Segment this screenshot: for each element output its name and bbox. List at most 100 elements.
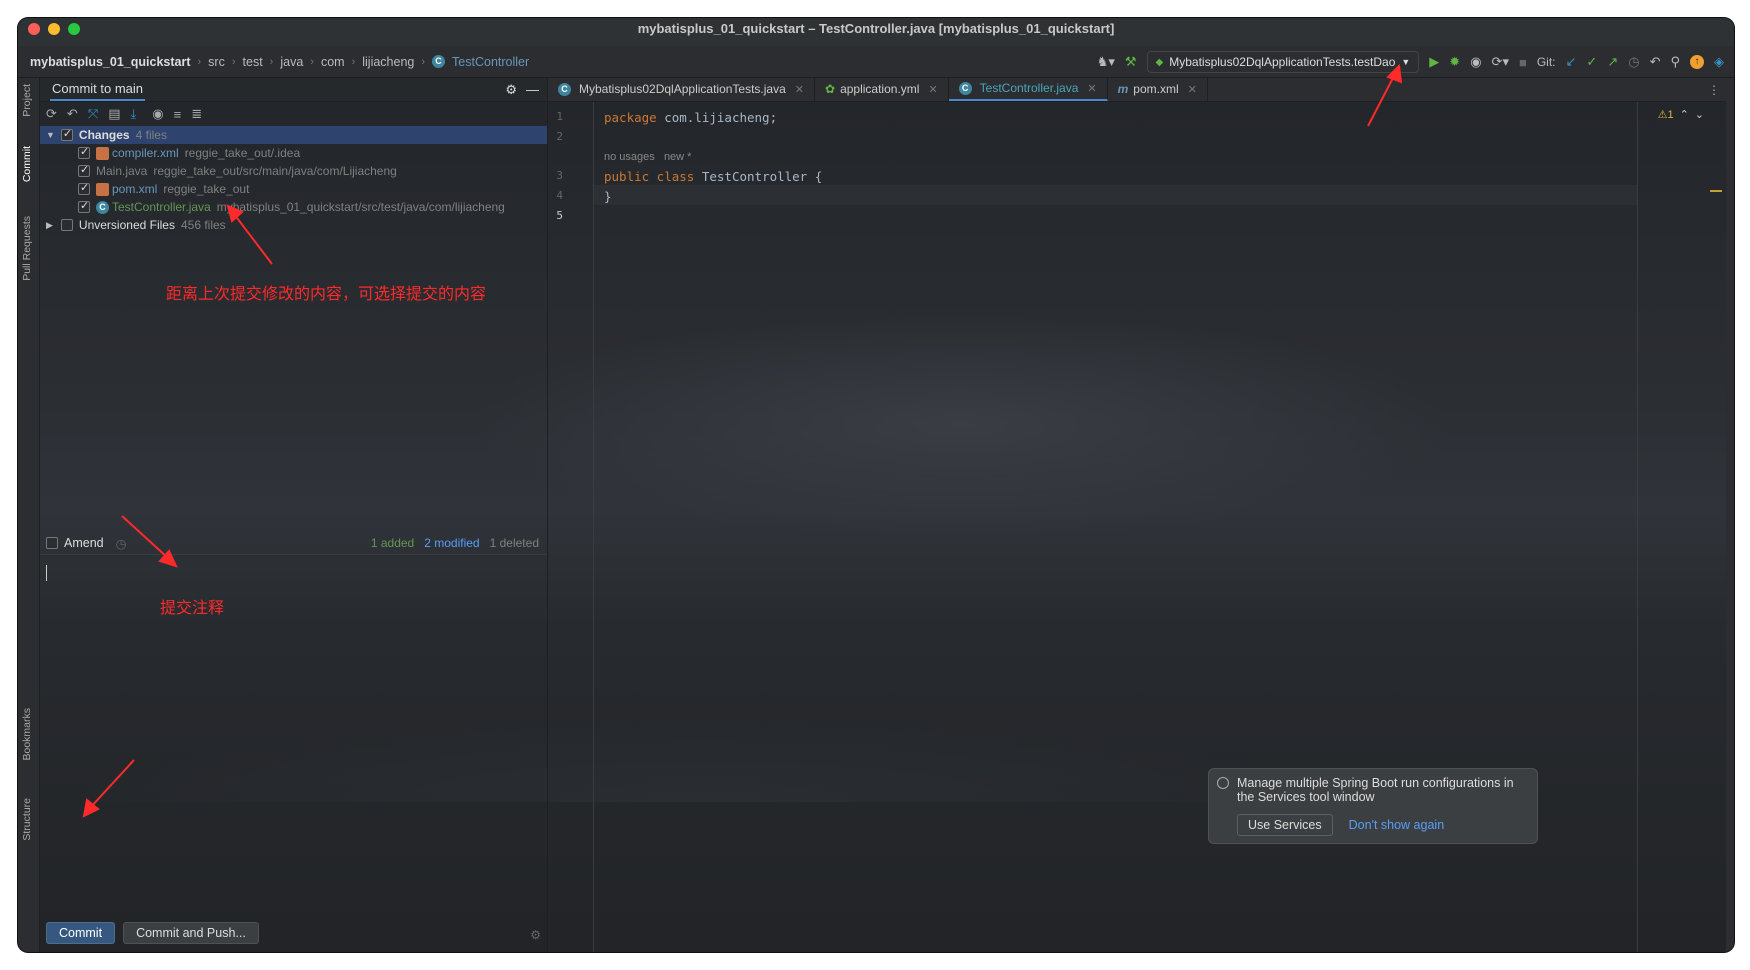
more-tabs-icon[interactable]: ⋮ (1708, 83, 1720, 97)
file-row[interactable]: pom.xml reggie_take_out (40, 180, 547, 198)
plugin-shield-icon[interactable]: ◈ (1714, 54, 1724, 70)
breadcrumb-java[interactable]: java (280, 55, 303, 69)
commit-message-input[interactable] (40, 554, 547, 819)
commit-button[interactable]: Commit (46, 922, 116, 944)
yaml-file-icon: ✿ (825, 82, 836, 96)
close-icon[interactable]: ✕ (1188, 83, 1197, 96)
chevron-down-icon[interactable]: ▼ (46, 130, 55, 140)
file-row[interactable]: compiler.xml reggie_take_out/.idea (40, 144, 547, 162)
code-text: TestController { (694, 169, 823, 184)
line-number: 4 (556, 189, 563, 202)
tab-label: pom.xml (1133, 82, 1179, 96)
editor-area: C Mybatisplus02DqlApplicationTests.java … (548, 77, 1734, 952)
gear-icon[interactable]: ⚙ (505, 82, 517, 98)
inspection-widget[interactable]: ⚠1 ⌃ ⌄ (1658, 108, 1704, 121)
file-row[interactable]: Main.java reggie_take_out/src/main/java/… (40, 162, 547, 180)
minimize-window-button[interactable] (48, 23, 60, 35)
commit-panel-title[interactable]: Commit to main (50, 78, 146, 101)
git-update-icon[interactable]: ↙ (1566, 54, 1577, 70)
changes-group-row[interactable]: ▼ Changes 4 files (40, 126, 547, 144)
history-icon[interactable]: ◷ (116, 536, 127, 551)
inlay-hint[interactable]: no usages new * (604, 151, 691, 163)
modified-count: 2 modified (424, 536, 480, 550)
amend-label[interactable]: Amend (64, 536, 104, 550)
profile-icon[interactable]: ⟳▾ (1492, 54, 1509, 70)
debug-bug-icon[interactable]: ✹ (1449, 54, 1460, 70)
ide-window: mybatisplus_01_quickstart – TestControll… (18, 18, 1734, 952)
commit-options-gear-icon[interactable]: ⚙ (530, 928, 541, 942)
stop-icon[interactable]: ■ (1519, 55, 1527, 70)
file-checkbox[interactable] (78, 163, 90, 177)
git-rollback-icon[interactable]: ↶ (1650, 54, 1661, 70)
refresh-icon[interactable]: ⟳ (46, 106, 57, 122)
author-hint: new * (663, 151, 692, 163)
side-tab-pull-requests[interactable]: Pull Requests (21, 216, 33, 281)
tab-label: application.yml (840, 82, 920, 96)
close-window-button[interactable] (28, 23, 40, 35)
code-line-4[interactable]: } (604, 189, 612, 204)
file-checkbox[interactable] (78, 199, 90, 213)
unversioned-label: Unversioned Files (78, 218, 175, 232)
tab-mybatisplus-tests[interactable]: C Mybatisplus02DqlApplicationTests.java … (548, 77, 815, 101)
file-row[interactable]: C TestController.java mybatisplus_01_qui… (40, 198, 547, 216)
breadcrumb-test[interactable]: test (243, 55, 263, 69)
side-tab-project[interactable]: Project (21, 84, 33, 117)
update-project-icon[interactable]: ⤧ (88, 106, 98, 122)
unversioned-checkbox[interactable] (60, 219, 73, 231)
side-tab-commit[interactable]: Commit (21, 146, 33, 182)
breadcrumb-class[interactable]: TestController (452, 55, 529, 69)
code-text: } (604, 189, 612, 204)
breadcrumb-com[interactable]: com (321, 55, 345, 69)
chevron-up-icon[interactable]: ⌃ (1680, 108, 1689, 121)
shelve-icon[interactable]: ▤ (108, 106, 120, 122)
changes-checkbox[interactable] (60, 127, 73, 141)
rollback-icon[interactable]: ↶ (67, 106, 78, 122)
use-services-button[interactable]: Use Services (1237, 814, 1333, 836)
breadcrumb-project[interactable]: mybatisplus_01_quickstart (30, 55, 191, 69)
tab-test-controller[interactable]: C TestController.java ✕ (948, 77, 1108, 101)
main-toolbar: ♞▾ ⚒ ◆ Mybatisplus02DqlApplicationTests.… (1097, 50, 1724, 74)
user-icon[interactable]: ♞▾ (1097, 54, 1115, 70)
search-icon[interactable]: ⚲ (1670, 54, 1680, 70)
class-icon: C (432, 55, 446, 68)
git-push-icon[interactable]: ↗ (1607, 54, 1618, 70)
run-configuration-select[interactable]: ◆ Mybatisplus02DqlApplicationTests.testD… (1146, 51, 1420, 73)
amend-checkbox[interactable] (46, 537, 58, 549)
minimize-panel-icon[interactable]: — (526, 82, 539, 97)
dont-show-again-link[interactable]: Don't show again (1349, 818, 1445, 832)
java-class-icon: C (558, 82, 571, 96)
current-line-highlight (594, 185, 1638, 205)
code-line-3[interactable]: public class TestController { (604, 169, 822, 184)
git-history-icon[interactable]: ◷ (1628, 54, 1639, 70)
side-tab-structure[interactable]: Structure (21, 798, 33, 841)
side-tab-bookmarks[interactable]: Bookmarks (21, 708, 33, 761)
eye-icon[interactable]: ◉ (152, 106, 163, 122)
chevron-right-icon[interactable]: ▶ (46, 220, 53, 231)
expand-all-icon[interactable]: ≡ (174, 107, 182, 122)
close-icon[interactable]: ✕ (1087, 82, 1096, 95)
collapse-all-icon[interactable]: ≣ (191, 106, 202, 122)
commit-toolbar: ⟳ ↶ ⤧ ▤ ⤓ ◉ ≡ ≣ (40, 102, 547, 126)
build-hammer-icon[interactable]: ⚒ (1125, 54, 1137, 70)
run-config-label: Mybatisplus02DqlApplicationTests.testDao (1169, 55, 1396, 69)
unversioned-count: 456 files (180, 218, 226, 232)
code-line-1[interactable]: package com.lijiacheng; (604, 110, 777, 125)
download-icon[interactable]: ⤓ (131, 106, 137, 122)
zoom-window-button[interactable] (68, 23, 80, 35)
chevron-down-icon[interactable]: ⌄ (1695, 108, 1704, 121)
update-available-icon[interactable]: ↑ (1690, 55, 1704, 69)
git-commit-check-icon[interactable]: ✓ (1586, 54, 1597, 70)
file-checkbox[interactable] (78, 181, 90, 195)
breadcrumb-package[interactable]: lijiacheng (362, 55, 414, 69)
file-name: pom.xml (112, 182, 158, 196)
breadcrumb-src[interactable]: src (208, 55, 225, 69)
commit-and-push-button[interactable]: Commit and Push... (123, 922, 259, 944)
file-checkbox[interactable] (78, 145, 90, 159)
tab-application-yml[interactable]: ✿ application.yml ✕ (815, 77, 949, 101)
close-icon[interactable]: ✕ (928, 83, 937, 96)
coverage-icon[interactable]: ◉ (1470, 54, 1481, 70)
tab-pom-xml[interactable]: m pom.xml ✕ (1108, 77, 1208, 101)
unversioned-group-row[interactable]: ▶ Unversioned Files 456 files (40, 216, 547, 234)
run-icon[interactable]: ▶ (1429, 54, 1439, 70)
close-icon[interactable]: ✕ (795, 83, 804, 96)
